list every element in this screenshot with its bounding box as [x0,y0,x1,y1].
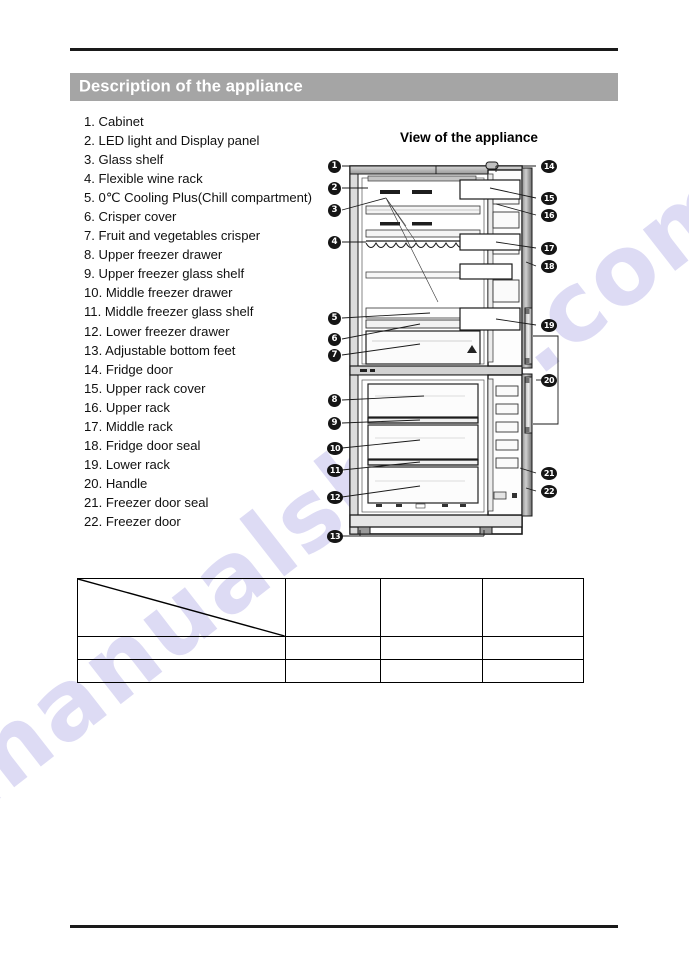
callout-badge-19: 19 [541,319,557,332]
callout-badge-3: 3 [328,204,341,217]
table-cell [380,578,484,637]
manual-page: manualshive.com Description of the appli… [0,0,689,974]
callout-badge-6: 6 [328,333,341,346]
parts-list-item: 4. Flexible wine rack [84,171,203,187]
header-rule [70,48,618,51]
footer-rule [70,925,618,928]
callout-badge-22: 22 [541,485,557,498]
callout-badge-21: 21 [541,467,557,480]
callout-badge-17: 17 [541,242,557,255]
parts-list-item: 8. Upper freezer drawer [84,247,223,263]
parts-list-item: 6. Crisper cover [84,209,177,225]
parts-list-item: 16. Upper rack [84,399,170,415]
callout-badge-20: 20 [541,374,557,387]
table-cell [380,659,484,683]
callout-badge-12: 12 [327,491,343,504]
table-cell [380,636,484,660]
table-cell [482,636,584,660]
parts-list-item: 1. Cabinet [84,114,144,129]
table-row [77,636,584,660]
parts-list-item: 10. Middle freezer drawer [84,285,233,301]
parts-list-item: 11. Middle freezer glass shelf [84,304,254,320]
table-cell [482,578,584,637]
page-title: Description of the appliance [79,77,303,96]
parts-list-item: 19. Lower rack [84,456,170,472]
parts-list-item: 14. Fridge door [84,361,173,377]
parts-list-item: 9. Upper freezer glass shelf [84,266,245,282]
callout-badge-7: 7 [328,349,341,362]
parts-list-item: 3. Glass shelf [84,152,164,168]
parts-list-item: 17. Middle rack [84,418,173,434]
parts-list-item: 7. Fruit and vegetables crisper [84,228,261,244]
callout-badge-10: 10 [327,442,343,455]
table-cell [77,659,286,683]
callout-badge-14: 14 [541,160,557,173]
callout-badge-13: 13 [327,530,343,543]
callout-badge-4: 4 [328,236,341,249]
callout-badge-18: 18 [541,260,557,273]
table-row [77,659,584,683]
parts-list-item: 5. 0℃ Cooling Plus(Chill compartment) [84,190,312,206]
parts-list-item: 18. Fridge door seal [84,437,201,453]
parts-list-item: 21. Freezer door seal [84,494,209,510]
callout-badge-8: 8 [328,394,341,407]
callout-badge-15: 15 [541,192,557,205]
parts-list-item: 13. Adjustable bottom feet [84,342,236,358]
table-cell [284,578,382,637]
callout-badge-1: 1 [328,160,341,173]
table-cell [77,636,286,660]
parts-list-item: 2. LED light and Display panel [84,133,260,149]
section-banner: Description of the appliance [70,73,618,101]
appliance-diagram: View of the appliance 1 2 3 4 5 6 7 8 9 … [320,112,610,543]
table-cell [284,636,382,660]
diagonal-divider-icon [78,579,285,636]
parts-list-item: 20. Handle [84,475,148,491]
callout-badge-5: 5 [328,312,341,325]
parts-list-item: 22. Freezer door [84,513,181,529]
callout-badge-16: 16 [541,209,557,222]
specification-table [77,578,584,683]
table-row [77,578,584,637]
callout-badge-11: 11 [327,464,343,477]
callout-badge-2: 2 [328,182,341,195]
table-cell [482,659,584,683]
table-header-diagonal-cell [77,578,286,637]
parts-list: 1. Cabinet 2. LED light and Display panel… [84,112,344,531]
table-cell [284,659,382,683]
parts-list-item: 15. Upper rack cover [84,380,206,396]
parts-list-item: 12. Lower freezer drawer [84,323,230,339]
refrigerator-illustration [341,161,559,537]
callout-badge-9: 9 [328,417,341,430]
